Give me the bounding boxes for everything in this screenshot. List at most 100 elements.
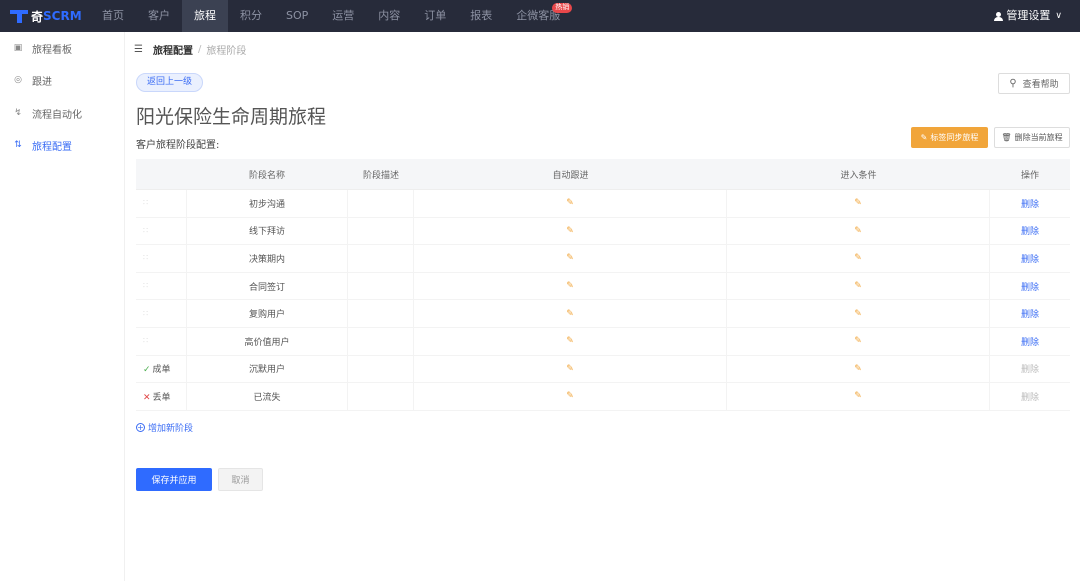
stage-desc-cell[interactable] [348,190,414,217]
nav-item-operations[interactable]: 运营 [320,0,366,32]
table-row: ∷ 线下拜访 ✎ ✎ 删除 [136,217,1070,246]
user-icon [994,11,1004,21]
stage-name-cell[interactable]: 初步沟通 [186,190,348,217]
sidebar-item-label: 跟进 [32,76,52,88]
stage-desc-cell[interactable] [348,245,414,272]
sidebar-item-label: 旅程看板 [32,44,72,56]
edit-icon[interactable]: ✎ [854,253,862,263]
stage-desc-cell[interactable] [348,300,414,327]
drag-handle-icon[interactable]: ∷ [143,281,148,290]
edit-icon[interactable]: ✎ [854,364,862,374]
delete-stage-link[interactable]: 删除 [1021,200,1039,210]
main-content: ☰ 旅程配置 / 旅程阶段 返回上一级 ⚲ 查看帮助 阳光保险生命周期旅程 客户… [126,32,1080,581]
sidebar-item-journey-board[interactable]: ▣ 旅程看板 [0,32,125,64]
back-button[interactable]: 返回上一级 [136,73,204,92]
edit-icon[interactable]: ✎ [854,198,862,208]
user-settings-label: 管理设置 [1006,9,1051,22]
user-settings-menu[interactable]: 管理设置 ∨ [994,0,1062,32]
cancel-button[interactable]: 取消 [218,468,263,491]
help-button[interactable]: ⚲ 查看帮助 [998,73,1070,94]
delete-stage-link[interactable]: 删除 [1021,227,1039,237]
nav-item-reports[interactable]: 报表 [458,0,504,32]
edit-icon[interactable]: ✎ [854,226,862,236]
drag-handle-icon[interactable]: ∷ [143,309,148,318]
breadcrumb-journey-stage: 旅程阶段 [206,46,247,57]
stage-name-cell[interactable]: 已流失 [186,383,348,410]
entry-condition-cell: ✎ [727,272,990,300]
delete-stage-link[interactable]: 删除 [1021,310,1039,320]
edit-icon[interactable]: ✎ [854,309,862,319]
chevron-down-icon: ∨ [1055,11,1062,21]
stage-mark-cell: ∷ [136,226,186,236]
sync-tags-button[interactable]: ✎ 标签同步旅程 [911,127,988,148]
stage-name-cell[interactable]: 决策期内 [186,245,348,272]
stage-name-cell[interactable]: 线下拜访 [186,217,348,245]
stage-name-cell[interactable]: 高价值用户 [186,327,348,355]
stage-table: 阶段名称 阶段描述 自动跟进 进入条件 操作 ∷ 初步沟通 ✎ ✎ 删除 ∷ 线下拜访 ✎ ✎ 删… [136,159,1070,411]
edit-icon[interactable]: ✎ [566,226,574,236]
edit-icon[interactable]: ✎ [566,253,574,263]
stage-mark-cell: ∷ [136,336,186,346]
actions-cell: 删除 [990,390,1070,403]
breadcrumb-journey-config[interactable]: 旅程配置 [153,42,193,57]
target-icon: ◎ [14,75,22,85]
drag-handle-icon[interactable]: ∷ [143,226,148,235]
nav-item-content[interactable]: 内容 [366,0,412,32]
auto-follow-cell: ✎ [414,355,727,383]
nav-item-sop[interactable]: SOP [274,0,320,32]
stage-mark-label: 成单 [152,365,171,376]
brand-logo[interactable]: 奇 SCRM [0,8,90,25]
edit-icon[interactable]: ✎ [566,309,574,319]
nav-item-orders[interactable]: 订单 [412,0,458,32]
nav-item-wecom-service[interactable]: 企微客服 热销 [504,0,573,32]
edit-icon[interactable]: ✎ [854,281,862,291]
delete-stage-link[interactable]: 删除 [1021,338,1039,348]
stage-desc-cell[interactable] [348,355,414,383]
nav-item-points[interactable]: 积分 [228,0,274,32]
delete-journey-button[interactable]: 🗑 删除当前旅程 [994,127,1070,148]
nav-item-journey[interactable]: 旅程 [182,0,228,32]
flow-icon: ↯ [14,108,22,118]
menu-collapse-icon[interactable]: ☰ [134,44,143,55]
stage-name-cell[interactable]: 沉默用户 [186,355,348,383]
entry-condition-cell: ✎ [727,355,990,383]
sidebar-item-follow-up[interactable]: ◎ 跟进 [0,64,125,96]
sidebar-item-flow-automation[interactable]: ↯ 流程自动化 [0,97,125,129]
table-row: ✕ 丢单 已流失 ✎ ✎ 删除 [136,383,1070,411]
edit-icon[interactable]: ✎ [566,391,574,401]
column-header-entry-condition: 进入条件 [840,170,877,181]
stage-desc-cell[interactable] [348,272,414,300]
table-row: ∷ 合同签订 ✎ ✎ 删除 [136,272,1070,301]
stage-name-cell[interactable]: 复购用户 [186,300,348,327]
nav-item-home[interactable]: 首页 [90,0,136,32]
edit-icon[interactable]: ✎ [566,198,574,208]
sidebar: ▣ 旅程看板 ◎ 跟进 ↯ 流程自动化 ⇅ 旅程配置 [0,32,125,581]
nav-item-customer[interactable]: 客户 [136,0,182,32]
sidebar-item-label: 旅程配置 [32,141,72,153]
drag-handle-icon[interactable]: ∷ [143,198,148,207]
sidebar-item-label: 流程自动化 [32,109,82,121]
delete-stage-link[interactable]: 删除 [1021,283,1039,293]
edit-icon[interactable]: ✎ [566,364,574,374]
save-and-apply-button[interactable]: 保存并应用 [136,468,212,491]
check-icon: ✓ [143,365,151,376]
drag-handle-icon[interactable]: ∷ [143,253,148,262]
stage-desc-cell[interactable] [348,217,414,245]
table-row: ∷ 决策期内 ✎ ✎ 删除 [136,245,1070,273]
table-body: ∷ 初步沟通 ✎ ✎ 删除 ∷ 线下拜访 ✎ ✎ 删除 ∷ 决策期内 ✎ ✎ 删除 ∷ 合同签订 ✎ ✎ 删除 ∷ 复购用… [136,190,1070,411]
drag-handle-icon[interactable]: ∷ [143,336,148,345]
stage-mark-cell: ∷ [136,198,186,208]
stage-desc-cell[interactable] [348,383,414,410]
add-stage-button[interactable]: + 增加新阶段 [136,421,193,434]
delete-stage-link[interactable]: 删除 [1021,255,1039,265]
actions-cell: 删除 [990,197,1070,210]
edit-icon[interactable]: ✎ [566,336,574,346]
edit-icon[interactable]: ✎ [854,391,862,401]
edit-icon[interactable]: ✎ [566,281,574,291]
stage-desc-cell[interactable] [348,327,414,355]
edit-icon[interactable]: ✎ [854,336,862,346]
stage-name-cell[interactable]: 合同签订 [186,272,348,300]
logo-text-cn: 奇 [31,9,44,24]
sidebar-item-journey-config[interactable]: ⇅ 旅程配置 [0,129,125,161]
entry-condition-cell: ✎ [727,217,990,245]
